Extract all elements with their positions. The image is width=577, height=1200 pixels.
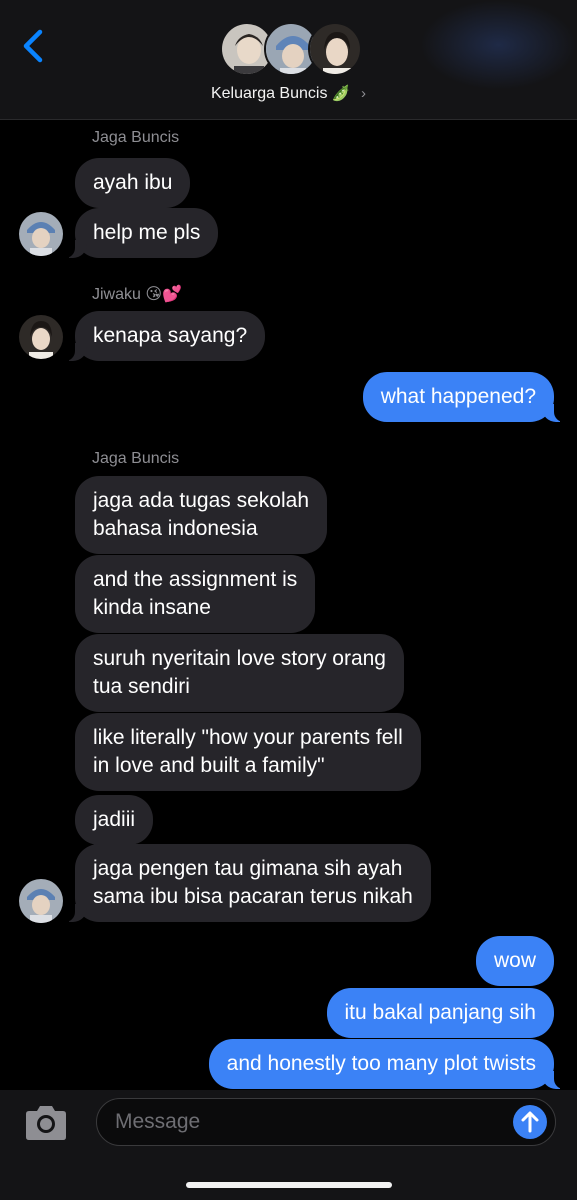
- message-text: ayah ibu: [93, 171, 173, 194]
- message-bubble-incoming[interactable]: like literally "how your parents fell in…: [75, 713, 421, 791]
- message-list[interactable]: Jaga Buncis ayah ibu help me pls Jiwaku …: [0, 121, 577, 1090]
- group-avatars[interactable]: [220, 22, 362, 80]
- header-glow: [420, 0, 577, 90]
- message-text: kenapa sayang?: [93, 324, 248, 347]
- message-text: kinda insane: [93, 596, 211, 619]
- message-bubble-outgoing[interactable]: what happened?: [362, 372, 565, 422]
- message-text: in love and built a family": [93, 754, 325, 777]
- message-text: what happened?: [380, 385, 536, 408]
- message-bubble-outgoing[interactable]: and honestly too many plot twists: [208, 1039, 565, 1089]
- message-text: itu bakal panjang sih: [344, 1001, 536, 1024]
- home-indicator[interactable]: [186, 1182, 392, 1188]
- camera-button[interactable]: [22, 1102, 70, 1144]
- group-name: Keluarga Buncis: [210, 85, 328, 102]
- camera-icon: [26, 1106, 66, 1140]
- message-input[interactable]: [115, 1099, 495, 1144]
- chevron-left-icon: [23, 29, 43, 63]
- back-button[interactable]: [18, 26, 50, 66]
- message-bubble-incoming[interactable]: kenapa sayang?: [64, 311, 266, 361]
- conversation-header: Keluarga Buncis 🫛 ›: [0, 0, 577, 120]
- avatar-jaga[interactable]: [19, 879, 63, 923]
- message-text: jaga pengen tau gimana sih ayah: [93, 857, 403, 880]
- message-field[interactable]: [96, 1098, 556, 1146]
- message-text: jaga ada tugas sekolah: [93, 489, 309, 512]
- pea-pod-emoji: 🫛: [331, 85, 351, 102]
- sender-name: Jiwaku 😘💕: [92, 286, 182, 303]
- group-name-button[interactable]: Keluarga Buncis 🫛 ›: [0, 84, 577, 103]
- message-bubble-outgoing[interactable]: itu bakal panjang sih: [326, 988, 554, 1038]
- message-bubble-incoming[interactable]: suruh nyeritain love story orang tua sen…: [75, 634, 404, 712]
- message-text: tua sendiri: [93, 675, 190, 698]
- message-bubble-incoming[interactable]: ayah ibu: [75, 158, 191, 208]
- message-bubble-incoming[interactable]: jaga ada tugas sekolah bahasa indonesia: [75, 476, 327, 554]
- arrow-up-icon: [521, 1111, 539, 1133]
- message-bubble-incoming[interactable]: and the assignment is kinda insane: [75, 555, 316, 633]
- message-text: wow: [493, 949, 536, 972]
- message-bubble-incoming[interactable]: help me pls: [64, 208, 219, 258]
- message-text: suruh nyeritain love story orang: [93, 647, 386, 670]
- sender-name: Jaga Buncis: [92, 129, 180, 146]
- message-text: bahasa indonesia: [93, 517, 258, 540]
- avatar-jaga[interactable]: [19, 212, 63, 256]
- send-button[interactable]: [513, 1105, 547, 1139]
- message-text: like literally "how your parents fell: [93, 726, 403, 749]
- message-text: and the assignment is: [93, 568, 298, 591]
- message-text: jadiii: [93, 808, 136, 831]
- sender-name: Jaga Buncis: [92, 450, 180, 467]
- message-text: sama ibu bisa pacaran terus nikah: [93, 885, 413, 908]
- message-bubble-incoming[interactable]: jadiii: [75, 795, 154, 845]
- message-text: and honestly too many plot twists: [226, 1052, 536, 1075]
- message-bubble-outgoing[interactable]: wow: [475, 936, 554, 986]
- message-text: help me pls: [93, 221, 201, 244]
- message-bubble-incoming[interactable]: jaga pengen tau gimana sih ayah sama ibu…: [65, 844, 431, 922]
- avatar-jiwaku[interactable]: [19, 315, 63, 359]
- chevron-right-icon: ›: [361, 85, 367, 102]
- group-member-avatar: [308, 22, 362, 76]
